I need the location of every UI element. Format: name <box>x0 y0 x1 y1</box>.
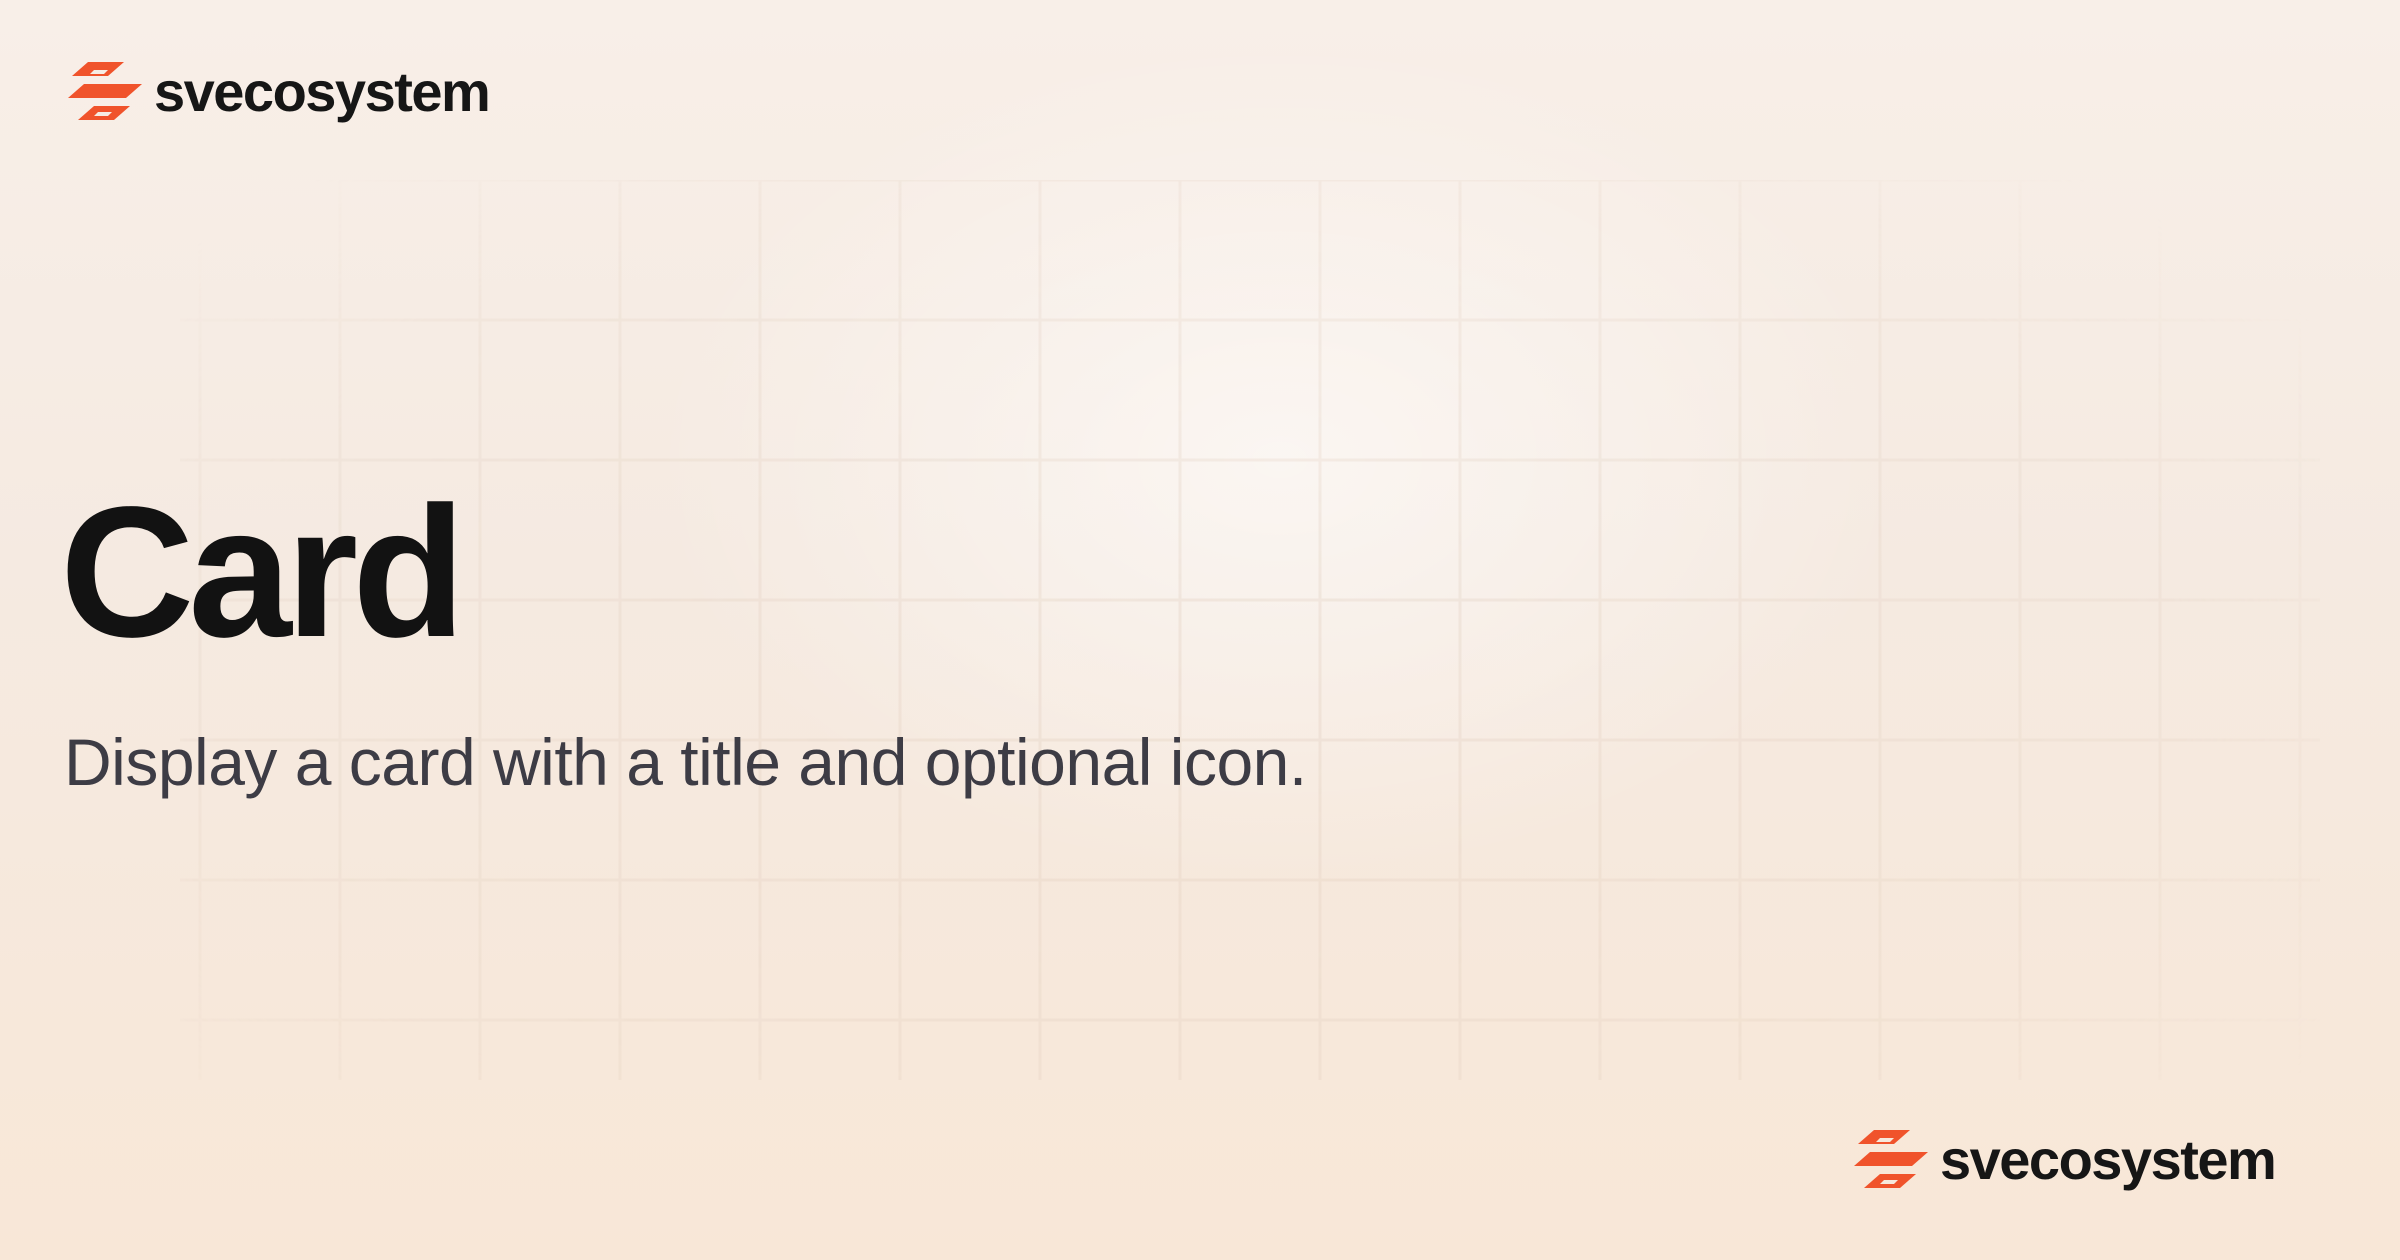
page-description: Display a card with a title and optional… <box>64 725 1307 799</box>
svecosystem-logo-icon <box>64 62 144 122</box>
brand-logo-bottom[interactable]: svecosystem <box>1850 1128 2277 1191</box>
brand-name: svecosystem <box>154 60 491 123</box>
svecosystem-logo-icon <box>1850 1130 1930 1190</box>
brand-name: svecosystem <box>1940 1128 2277 1191</box>
page-title: Card <box>60 469 466 676</box>
brand-logo-top[interactable]: svecosystem <box>64 60 491 123</box>
